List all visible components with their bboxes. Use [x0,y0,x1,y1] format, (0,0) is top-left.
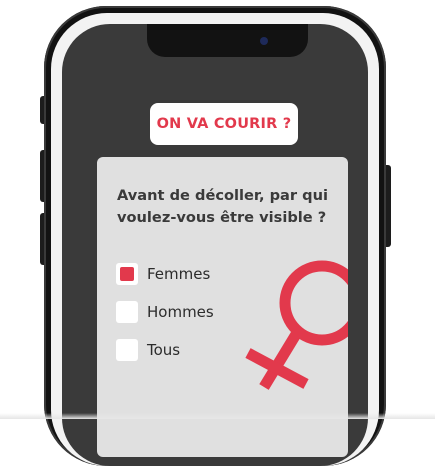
visibility-question: Avant de décoller, par qui voulez-vous ê… [117,187,329,226]
checkbox-checked-mark [120,267,134,281]
option-tous[interactable]: Tous [116,338,180,362]
checkbox-hommes[interactable] [116,301,138,323]
visibility-card: Avant de décoller, par qui voulez-vous ê… [97,157,348,457]
bottom-shadow [0,413,435,419]
option-femmes[interactable]: Femmes [116,262,210,286]
notch [147,24,308,57]
option-label-hommes: Hommes [147,303,214,321]
option-label-tous: Tous [147,341,181,359]
option-label-femmes: Femmes [147,265,211,283]
phone-bezel: ON VA COURIR ? Avant de décoller, par qu… [51,13,379,466]
phone-screen: ON VA COURIR ? Avant de décoller, par qu… [62,24,368,466]
option-hommes[interactable]: Hommes [116,300,214,324]
checkbox-tous[interactable] [116,339,138,361]
venus-icon [245,260,348,390]
checkbox-femmes[interactable] [116,263,138,285]
front-camera-icon [260,37,268,45]
phone-frame: ON VA COURIR ? Avant de décoller, par qu… [44,6,386,466]
run-cta-button[interactable]: ON VA COURIR ? [150,103,298,145]
